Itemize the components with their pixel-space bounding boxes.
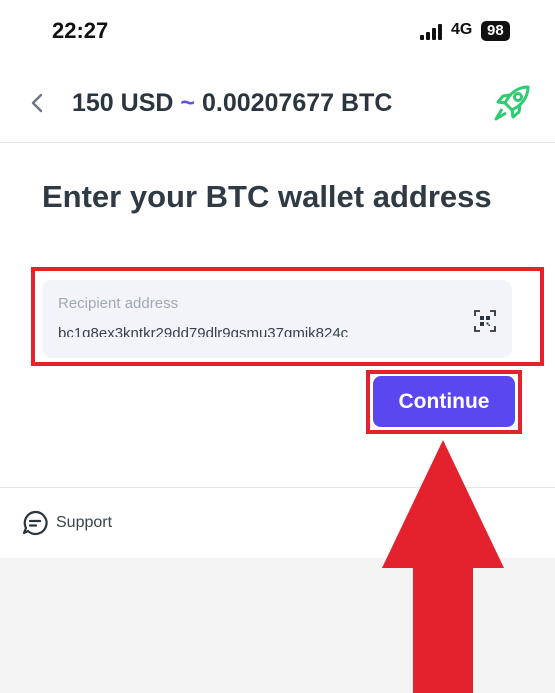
status-time: 22:27 <box>52 18 109 43</box>
qr-scan-icon[interactable] <box>474 310 496 332</box>
status-bar: 22:27 4G 98 <box>0 0 555 60</box>
recipient-address-text: bc1q8ex3kntkr29dd79dlr9gsmu37gmjk824c <box>58 325 349 337</box>
chevron-left-icon[interactable] <box>28 90 48 116</box>
rocket-icon[interactable] <box>488 79 536 127</box>
network-type: 4G <box>451 21 473 38</box>
page-title: 150 USD ~ 0.00207677 BTC <box>72 89 392 118</box>
page-heading: Enter your BTC wallet address <box>42 179 492 214</box>
chat-bubble-icon <box>22 510 48 536</box>
header: 150 USD ~ 0.00207677 BTC <box>0 65 555 143</box>
battery-indicator: 98 <box>481 21 510 41</box>
support-link[interactable]: Support <box>22 510 112 536</box>
amount-crypto: 0.00207677 BTC <box>201 89 393 117</box>
signal-icon <box>420 24 442 40</box>
recipient-address-label: Recipient address <box>58 295 179 312</box>
recipient-address-field[interactable]: Recipient address bc1q8ex3kntkr29dd79dlr… <box>42 280 512 358</box>
up-arrow-annotation <box>382 440 504 693</box>
continue-button[interactable]: Continue <box>373 376 515 427</box>
exchange-screen: 22:27 4G 98 150 USD ~ 0.00207677 BTC Ent… <box>0 0 555 693</box>
amount-fiat: 150 USD <box>72 89 174 117</box>
recipient-address-value[interactable]: bc1q8ex3kntkr29dd79dlr9gsmu37gmjk824c <box>58 319 453 337</box>
support-label: Support <box>56 514 113 531</box>
approx-symbol: ~ <box>180 89 196 117</box>
